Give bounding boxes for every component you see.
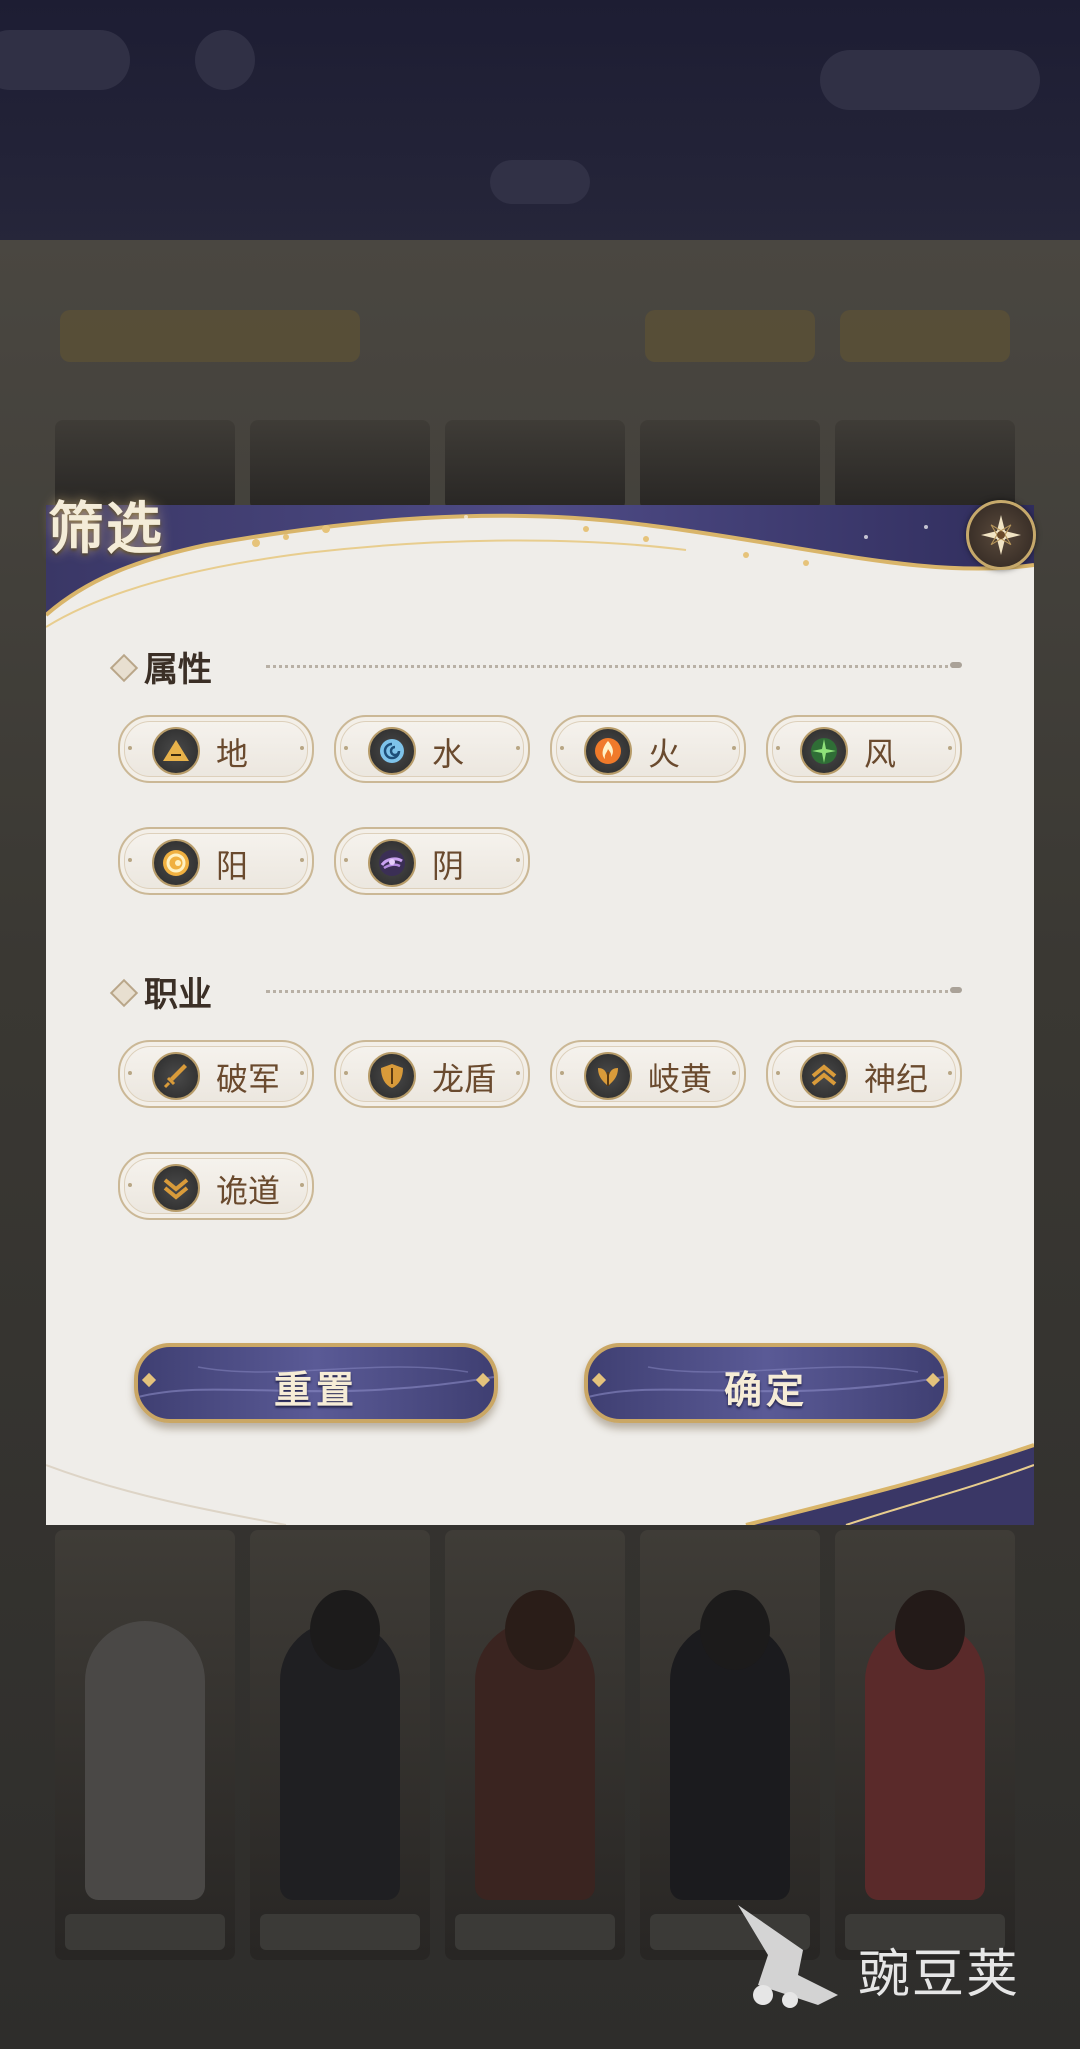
moon-icon	[368, 839, 416, 887]
chip-ornament	[300, 746, 304, 750]
chip-ornament	[732, 1071, 736, 1075]
character-head	[700, 1590, 770, 1670]
background-top-bar	[0, 0, 1080, 250]
filter-chip-yin[interactable]: 阴	[334, 827, 530, 895]
confirm-button[interactable]: 确定	[584, 1343, 948, 1423]
chip-label: 阳	[216, 847, 249, 885]
filter-chip-fire[interactable]: 火	[550, 715, 746, 783]
character-head	[310, 1590, 380, 1670]
filter-dialog: 属性 职业 地 水 火 风 阳 阴 破军 龙盾 岐黄 神纪 诡道 重置 确定	[46, 505, 1034, 1525]
filter-chip-pojun[interactable]: 破军	[118, 1040, 314, 1108]
section-divider	[266, 665, 956, 668]
confirm-button-label: 确定	[723, 1367, 808, 1412]
filter-chip-longdun[interactable]: 龙盾	[334, 1040, 530, 1108]
section-divider	[266, 990, 956, 993]
character-figure	[85, 1620, 205, 1900]
chevron-up-icon	[800, 1052, 848, 1100]
chip-ornament	[776, 1071, 780, 1075]
chip-ornament	[128, 1183, 132, 1187]
chip-label: 神纪	[864, 1060, 929, 1098]
filter-chip-shenji[interactable]: 神纪	[766, 1040, 962, 1108]
chip-label: 破军	[216, 1060, 281, 1098]
background-card	[835, 420, 1015, 510]
chip-ornament	[128, 858, 132, 862]
background-home-button	[195, 30, 255, 90]
chip-ornament	[948, 746, 952, 750]
background-card	[640, 420, 820, 510]
fire-icon	[584, 727, 632, 775]
background-filter-pill-2	[840, 310, 1010, 362]
character-head	[505, 1590, 575, 1670]
section-title-class: 职业	[144, 975, 212, 1015]
filter-chip-qihuang[interactable]: 岐黄	[550, 1040, 746, 1108]
chip-ornament	[516, 1071, 520, 1075]
section-diamond-icon	[109, 653, 139, 683]
chip-ornament	[300, 1071, 304, 1075]
chip-label: 龙盾	[432, 1060, 497, 1098]
background-card	[250, 420, 430, 510]
background-character-card	[250, 1530, 430, 1960]
background-back-pill	[0, 30, 130, 90]
chip-label: 火	[648, 735, 681, 773]
chip-ornament	[128, 1071, 132, 1075]
chip-label: 诡道	[216, 1172, 281, 1210]
earth-icon	[152, 727, 200, 775]
dialog-header-decoration	[46, 505, 1034, 628]
chip-label: 岐黄	[648, 1060, 713, 1098]
wind-icon	[800, 727, 848, 775]
background-character-card	[445, 1530, 625, 1960]
section-divider-end	[950, 987, 962, 993]
chip-label: 地	[216, 735, 249, 773]
filter-chip-earth[interactable]: 地	[118, 715, 314, 783]
watermark-text: 豌豆荚	[858, 1945, 1021, 2005]
character-head	[895, 1590, 965, 1670]
chip-ornament	[948, 1071, 952, 1075]
chip-ornament	[344, 1071, 348, 1075]
dialog-footer-decoration	[46, 1443, 1034, 1525]
herb-icon	[584, 1052, 632, 1100]
chip-ornament	[516, 746, 520, 750]
chip-ornament	[344, 858, 348, 862]
chip-label: 风	[864, 735, 897, 773]
chip-ornament	[128, 746, 132, 750]
chip-ornament	[732, 746, 736, 750]
filter-chip-guidao[interactable]: 诡道	[118, 1152, 314, 1220]
section-diamond-icon	[109, 978, 139, 1008]
close-icon	[981, 515, 1021, 555]
chip-ornament	[344, 746, 348, 750]
chip-ornament	[300, 1183, 304, 1187]
character-name-tag	[455, 1914, 615, 1950]
filter-chip-yang[interactable]: 阳	[118, 827, 314, 895]
filter-chip-water[interactable]: 水	[334, 715, 530, 783]
shield-icon	[368, 1052, 416, 1100]
chip-label: 水	[432, 735, 465, 773]
dialog-title: 筛选	[48, 496, 164, 562]
background-card	[445, 420, 625, 510]
chevron-down-double-icon	[152, 1164, 200, 1212]
chip-ornament	[776, 746, 780, 750]
chip-label: 阴	[432, 847, 465, 885]
background-tab	[490, 160, 590, 204]
sword-icon	[152, 1052, 200, 1100]
water-icon	[368, 727, 416, 775]
reset-button[interactable]: 重置	[134, 1343, 498, 1423]
chip-ornament	[300, 858, 304, 862]
section-divider-end	[950, 662, 962, 668]
character-name-tag	[260, 1914, 420, 1950]
background-character-card	[55, 1530, 235, 1960]
background-filter-pill	[645, 310, 815, 362]
chip-ornament	[560, 1071, 564, 1075]
chip-ornament	[516, 858, 520, 862]
filter-chip-wind[interactable]: 风	[766, 715, 962, 783]
section-title-attribute: 属性	[144, 650, 212, 690]
background-currency-pill	[820, 50, 1040, 110]
reset-button-label: 重置	[273, 1367, 358, 1412]
background-sort-pill	[60, 310, 360, 362]
sun-icon	[152, 839, 200, 887]
character-name-tag	[65, 1914, 225, 1950]
close-button[interactable]	[966, 500, 1036, 570]
chip-ornament	[560, 746, 564, 750]
